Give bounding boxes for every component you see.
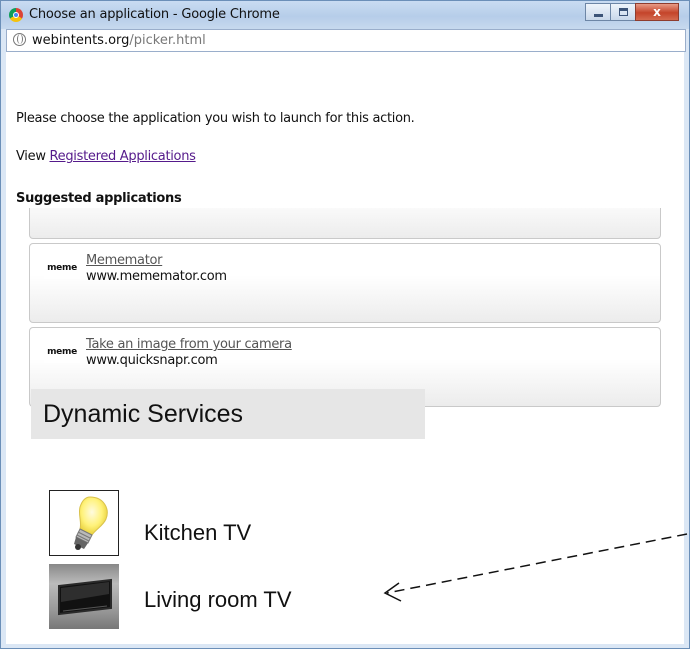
arrow-head-icon	[383, 582, 402, 602]
annotation-arrow	[383, 533, 688, 602]
browser-window: Choose an application - Google Chrome x …	[0, 0, 690, 649]
dashed-arrow-line	[386, 533, 688, 594]
